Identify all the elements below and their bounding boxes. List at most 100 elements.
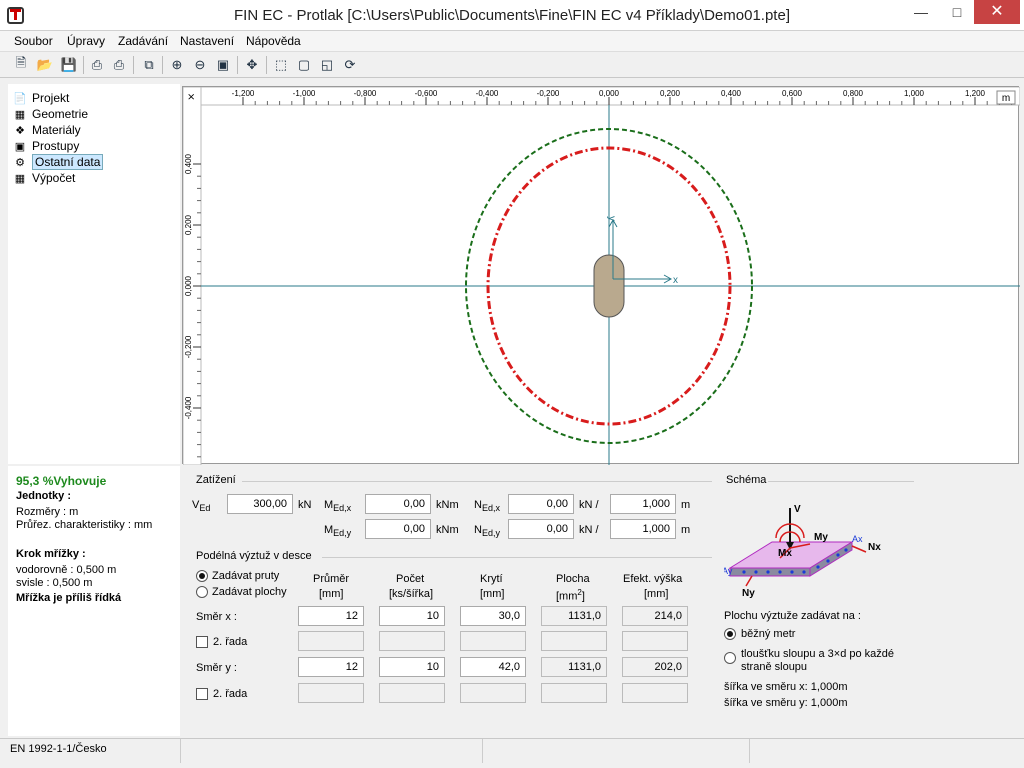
- save-icon[interactable]: 💾: [60, 56, 78, 74]
- tree-item-materialy[interactable]: ❖ Materiály: [12, 122, 81, 138]
- y2-area-value: [541, 683, 607, 703]
- m-ed-y-input[interactable]: 0,00: [365, 519, 431, 539]
- print-preview-icon[interactable]: ⎙: [110, 56, 128, 74]
- radio-areas[interactable]: [196, 586, 208, 598]
- maximize-button[interactable]: □: [940, 0, 974, 24]
- navigation-tree: 📄 Projekt ▦ Geometrie ❖ Materiály ▣ Pros…: [8, 84, 180, 464]
- drawing-svg[interactable]: -1,200-1,000-0,800-0,600-0,400-0,2000,00…: [183, 87, 1020, 465]
- new-file-icon[interactable]: 🗎: [12, 56, 30, 74]
- x-tick-label: -1,200: [232, 89, 255, 98]
- x-second-row-checkbox[interactable]: [196, 636, 208, 648]
- pan-icon[interactable]: ✥: [243, 56, 261, 74]
- fit-view-icon[interactable]: ◱: [318, 56, 336, 74]
- y-second-row-checkbox[interactable]: [196, 688, 208, 700]
- y2-count-input: [379, 683, 445, 703]
- direction-y-label: Směr y :: [196, 662, 237, 674]
- col-eff-height-unit: [mm]: [644, 588, 668, 600]
- col-count-unit: [ks/šířka]: [389, 588, 433, 600]
- menu-zadavani[interactable]: Zadávání: [118, 34, 168, 48]
- open-folder-icon[interactable]: 📂: [36, 56, 54, 74]
- tree-item-vypocet[interactable]: ▦ Výpočet: [12, 170, 75, 186]
- x-diameter-input[interactable]: 12: [298, 606, 364, 626]
- menu-soubor[interactable]: Soubor: [14, 34, 53, 48]
- y2-diameter-input: [298, 683, 364, 703]
- close-button[interactable]: ✕: [974, 0, 1020, 24]
- x-tick-label: 0,000: [599, 89, 620, 98]
- x-cover-input[interactable]: 30,0: [460, 606, 526, 626]
- radio-column-width[interactable]: [724, 652, 736, 664]
- input-panel: Zatížení VEd 300,00 kN MEd,x 0,00 kNm ME…: [182, 466, 1019, 736]
- svg-text:V: V: [794, 504, 801, 515]
- n-ed-x-length-input[interactable]: 1,000: [610, 494, 676, 514]
- drawing-canvas[interactable]: -1,200-1,000-0,800-0,600-0,400-0,2000,00…: [182, 86, 1019, 464]
- title-bar: FIN EC - Protlak [C:\Users\Public\Docume…: [0, 0, 1024, 31]
- x2-area-value: [541, 631, 607, 651]
- v-ed-input[interactable]: 300,00: [227, 494, 293, 514]
- x-count-input[interactable]: 10: [379, 606, 445, 626]
- other-data-icon: ⚙: [12, 155, 28, 169]
- minimize-button[interactable]: —: [904, 0, 938, 24]
- n-ed-x-input[interactable]: 0,00: [508, 494, 574, 514]
- zoom-out-icon[interactable]: ⊖: [191, 56, 209, 74]
- n-ed-y-length-input[interactable]: 1,000: [610, 519, 676, 539]
- v-ed-label: VEd: [192, 499, 210, 513]
- select-area-icon[interactable]: ⬚: [272, 56, 290, 74]
- col-cover-unit: [mm]: [480, 588, 504, 600]
- menu-nastaveni[interactable]: Nastavení: [180, 34, 234, 48]
- x2-diameter-input: [298, 631, 364, 651]
- n-ed-y-input[interactable]: 0,00: [508, 519, 574, 539]
- materials-icon: ❖: [12, 123, 28, 137]
- y2-eff-height-value: [622, 683, 688, 703]
- loads-title: Zatížení: [196, 474, 236, 486]
- copy-icon[interactable]: ⧉: [140, 56, 158, 74]
- x-tick-label: 1,200: [965, 89, 986, 98]
- refresh-view-icon[interactable]: ⟳: [341, 56, 359, 74]
- menu-napoveda[interactable]: Nápověda: [246, 34, 301, 48]
- y-second-row-label: 2. řada: [213, 688, 247, 700]
- n-ed-y-label: NEd,y: [474, 524, 500, 538]
- n-ed-x-label: NEd,x: [474, 499, 500, 513]
- ny-arrow: [746, 576, 752, 586]
- y-cover-input[interactable]: 42,0: [460, 657, 526, 677]
- n-ed-y-length-unit: m: [681, 524, 690, 536]
- y-tick-label: -0,400: [184, 396, 193, 419]
- zoom-window-icon[interactable]: ▣: [214, 56, 232, 74]
- tree-item-projekt[interactable]: 📄 Projekt: [12, 90, 69, 106]
- grid-title: Krok mřížky :: [16, 548, 86, 560]
- grid-vertical: svisle : 0,500 m: [16, 577, 92, 589]
- col-diameter-unit: [mm]: [319, 588, 343, 600]
- project-icon: 📄: [12, 91, 28, 105]
- radio-per-meter[interactable]: [724, 628, 736, 640]
- m-ed-y-unit: kNm: [436, 524, 459, 536]
- menu-upravy[interactable]: Úpravy: [67, 34, 105, 48]
- x-tick-label: 0,400: [721, 89, 742, 98]
- local-y-label: y: [606, 216, 617, 221]
- frame-icon[interactable]: ▢: [295, 56, 313, 74]
- svg-text:Mx: Mx: [778, 548, 792, 559]
- x-second-row-label: 2. řada: [213, 636, 247, 648]
- y-diameter-input[interactable]: 12: [298, 657, 364, 677]
- m-ed-x-input[interactable]: 0,00: [365, 494, 431, 514]
- y-area-value: 1131,0: [541, 657, 607, 677]
- tree-item-prostupy[interactable]: ▣ Prostupy: [12, 138, 79, 154]
- info-panel: 95,3 %Vyhovuje Jednotky : Rozměry : m Pr…: [8, 466, 180, 736]
- direction-x-label: Směr x :: [196, 611, 237, 623]
- tree-item-ostatni-data[interactable]: ⚙ Ostatní data: [12, 154, 103, 170]
- column-shape[interactable]: [594, 255, 624, 317]
- radio-per-meter-label: běžný metr: [741, 628, 795, 640]
- radio-areas-label: Zadávat plochy: [212, 586, 287, 598]
- zoom-in-icon[interactable]: ⊕: [168, 56, 186, 74]
- col-cover-header: Krytí: [480, 573, 503, 585]
- y-count-input[interactable]: 10: [379, 657, 445, 677]
- x2-cover-input: [460, 631, 526, 651]
- local-x-label: x: [673, 275, 678, 286]
- y-tick-label: 0,000: [184, 275, 193, 296]
- norm-status: EN 1992-1-1/Česko: [6, 741, 111, 759]
- print-icon[interactable]: ⎙: [88, 56, 106, 74]
- radio-bars[interactable]: [196, 570, 208, 582]
- svg-text:Ay: Ay: [724, 566, 733, 576]
- svg-text:Ny: Ny: [742, 588, 755, 598]
- x-tick-label: -0,600: [415, 89, 438, 98]
- calculation-icon: ▦: [12, 171, 28, 185]
- tree-item-geometrie[interactable]: ▦ Geometrie: [12, 106, 88, 122]
